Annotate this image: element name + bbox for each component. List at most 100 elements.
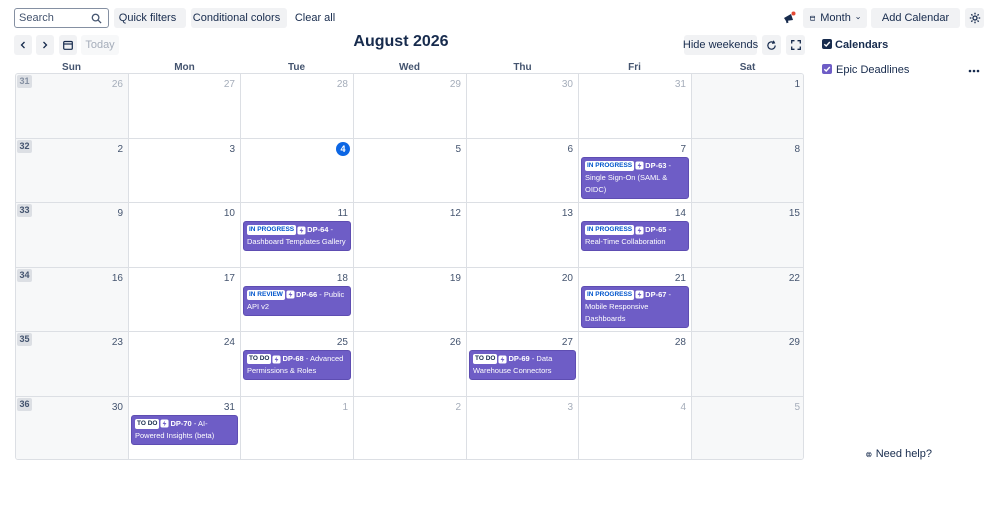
settings-button[interactable]	[965, 8, 984, 28]
day-cell[interactable]: 2	[354, 396, 467, 459]
day-cell[interactable]: 28	[241, 74, 354, 139]
calendar-icon	[63, 40, 73, 50]
view-select-button[interactable]: Month	[803, 8, 867, 28]
day-cell[interactable]: 15	[692, 203, 803, 268]
day-cell[interactable]: 4	[241, 138, 354, 203]
quick-filters-button[interactable]: Quick filters	[114, 8, 186, 28]
day-cell[interactable]: 22	[692, 267, 803, 332]
today-label: Today	[85, 39, 115, 51]
day-cell[interactable]: 17	[129, 267, 241, 332]
day-cell[interactable]: 8	[692, 138, 803, 203]
day-cell[interactable]: 30 36	[16, 396, 129, 459]
add-calendar-button[interactable]: Add Calendar	[871, 8, 960, 28]
day-cell[interactable]: 29	[692, 332, 803, 397]
day-cell[interactable]: 19	[354, 267, 467, 332]
day-cell[interactable]: 29	[354, 74, 467, 139]
day-number: 31	[674, 79, 686, 90]
chevron-left-icon	[20, 41, 25, 49]
next-month-button[interactable]	[36, 35, 54, 55]
refresh-icon	[767, 39, 776, 50]
day-number: 28	[674, 337, 686, 348]
need-help-button[interactable]: Need help?	[866, 444, 932, 464]
day-number: 1	[794, 79, 800, 90]
day-cell[interactable]: 1	[241, 396, 354, 459]
status-lozenge: IN PROGRESS	[247, 225, 297, 236]
issue-key: DP-65	[645, 225, 667, 234]
fullscreen-button[interactable]	[786, 35, 805, 55]
epic-deadlines-checkbox[interactable]	[822, 64, 832, 74]
day-number: 26	[449, 337, 461, 348]
day-cell[interactable]: 10	[129, 203, 241, 268]
weekday-header-tue: Tue	[287, 62, 306, 73]
day-cell[interactable]: 6	[467, 138, 579, 203]
day-cell[interactable]: 3	[467, 396, 579, 459]
day-number: 17	[223, 272, 235, 284]
need-help-label: Need help?	[875, 448, 932, 460]
event-card[interactable]: IN REVIEW DP-66 - Public API v2	[243, 285, 351, 316]
today-day-number: 4	[336, 141, 350, 156]
issue-key: DP-67	[645, 289, 667, 299]
search-field[interactable]	[14, 8, 109, 28]
day-cell[interactable]: 9 33	[16, 203, 129, 268]
announcements-button[interactable]	[779, 8, 799, 28]
week-number: 32	[17, 139, 32, 153]
weekday-header-mon: Mon	[174, 62, 195, 73]
day-cell[interactable]: 23 35	[16, 332, 129, 397]
event-card[interactable]: TO DO DP-70 - AI-Powered Insights (beta)	[131, 414, 238, 445]
event-card[interactable]: TO DO DP-68 - Advanced Permissions & Role…	[243, 350, 351, 380]
day-cell[interactable]: 5	[354, 138, 467, 203]
more-icon	[968, 69, 980, 73]
day-cell[interactable]: 26 31	[16, 74, 129, 139]
month-grid: 26 31 27 28 29 30 31 1 2 32 3 4 5 6 7 8 9 33 10 11 12 13 14 15 1…	[15, 73, 804, 460]
day-number: 14	[674, 208, 686, 219]
day-number: 3	[229, 143, 235, 155]
day-cell[interactable]: 31	[579, 74, 692, 139]
day-cell[interactable]: 3	[129, 138, 241, 203]
event-card[interactable]: IN PROGRESS DP-65 - Real-Time Collaborati…	[581, 221, 689, 251]
epic-icon	[297, 225, 306, 235]
day-number: 24	[223, 337, 235, 348]
calendar-more-button[interactable]	[964, 61, 984, 81]
refresh-button[interactable]	[762, 35, 781, 55]
day-cell[interactable]: 12	[354, 203, 467, 268]
search-input[interactable]	[19, 12, 91, 24]
day-number: 21	[674, 272, 686, 284]
day-cell[interactable]: 2 32	[16, 138, 129, 203]
day-cell[interactable]: 13	[467, 203, 579, 268]
weekday-header-sat: Sat	[739, 62, 756, 73]
day-number: 11	[337, 208, 348, 219]
day-cell[interactable]: 4	[579, 396, 692, 459]
day-cell[interactable]: 24	[129, 332, 241, 397]
chevron-down-icon	[856, 16, 860, 20]
conditional-colors-button[interactable]: Conditional colors	[191, 8, 287, 28]
event-card[interactable]: TO DO DP-69 - Data Warehouse Connectors	[469, 350, 576, 380]
day-number: 29	[788, 337, 800, 348]
clear-all-label: Clear all	[294, 12, 336, 24]
day-number: 9	[117, 208, 123, 219]
clear-all-button[interactable]: Clear all	[292, 8, 338, 28]
epic-icon	[272, 354, 282, 364]
status-lozenge: IN PROGRESS	[585, 289, 635, 300]
conditional-colors-label: Conditional colors	[192, 12, 281, 24]
status-lozenge: IN REVIEW	[247, 289, 285, 300]
calendar-item-epic-deadlines[interactable]: Epic Deadlines	[836, 64, 909, 76]
today-button[interactable]: Today	[81, 35, 119, 55]
date-picker-button[interactable]	[59, 35, 77, 55]
day-cell[interactable]: 27	[129, 74, 241, 139]
day-cell[interactable]: 16 34	[16, 267, 129, 332]
day-number: 22	[788, 272, 800, 284]
previous-month-button[interactable]	[14, 35, 32, 55]
day-cell[interactable]: 5	[692, 396, 803, 459]
day-number: 12	[449, 208, 461, 219]
day-cell[interactable]: 1	[692, 74, 803, 139]
event-card[interactable]: IN PROGRESS DP-67 - Mobile Responsive Das…	[581, 285, 689, 328]
day-cell[interactable]: 28	[579, 332, 692, 397]
status-lozenge: IN PROGRESS	[585, 225, 635, 236]
hide-weekends-button[interactable]: Hide weekends	[683, 35, 758, 55]
day-cell[interactable]: 30	[467, 74, 579, 139]
day-cell[interactable]: 26	[354, 332, 467, 397]
calendars-toggle-checkbox[interactable]	[822, 39, 832, 49]
event-card[interactable]: IN PROGRESS DP-63 - Single Sign-On (SAML …	[581, 156, 689, 199]
event-card[interactable]: IN PROGRESS DP-64 - Dashboard Templates G…	[243, 221, 351, 251]
day-cell[interactable]: 20	[467, 267, 579, 332]
